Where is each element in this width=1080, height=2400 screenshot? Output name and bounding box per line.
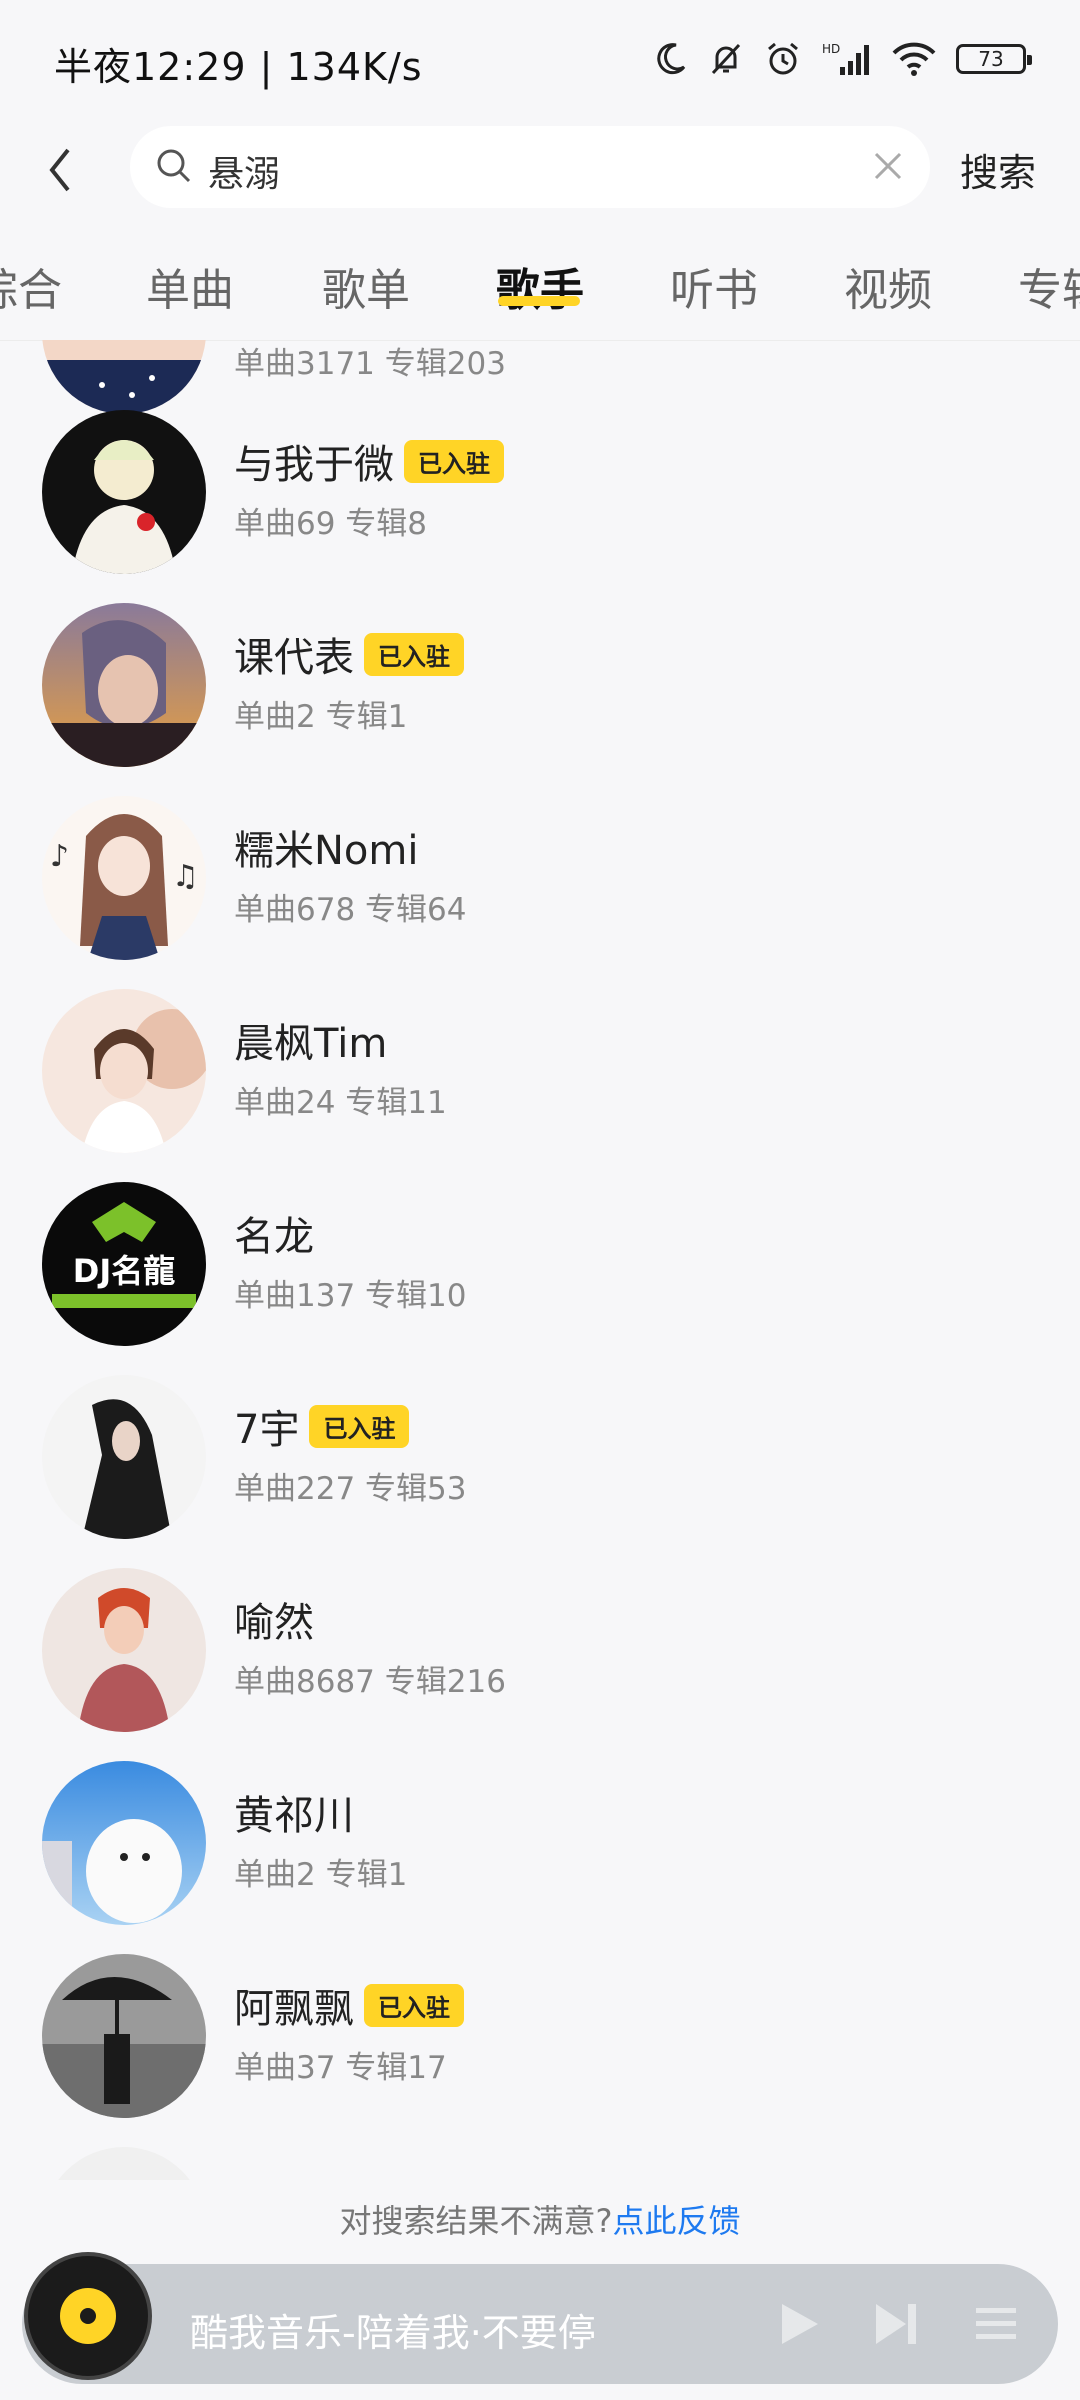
artist-name: 课代表 — [234, 635, 354, 681]
search-button[interactable]: 搜索 — [960, 142, 1036, 197]
svg-text:♫: ♫ — [172, 859, 199, 894]
tab-audiobooks[interactable]: 听书 — [670, 254, 758, 318]
avatar: DJ名龍 — [42, 1182, 206, 1346]
tab-playlists[interactable]: 歌单 — [322, 254, 410, 318]
artist-meta: 单曲3171 专辑203 — [234, 346, 506, 382]
tab-songs[interactable]: 单曲 — [146, 254, 234, 318]
list-item[interactable]: 课代表 已入驻 单曲2 专辑1 — [0, 603, 1080, 796]
artist-name: 名龙 — [234, 1214, 314, 1260]
now-playing-title: 酷我音乐-陪着我·不要停 — [190, 2311, 596, 2355]
dj-logo-text: DJ名龍 — [73, 1252, 175, 1290]
avatar — [42, 1375, 206, 1539]
list-item[interactable]: DJ名龍 名龙 单曲137 专辑10 — [0, 1182, 1080, 1375]
album-disc-icon[interactable] — [24, 2252, 152, 2380]
avatar — [42, 2147, 206, 2180]
moon-icon — [657, 43, 686, 75]
status-time: 半夜12:29 | 134K/s — [54, 45, 423, 89]
battery-icon: 73 — [956, 44, 1032, 74]
artist-name: 糯米Nomi — [234, 828, 419, 874]
active-tab-indicator — [498, 296, 580, 306]
list-item[interactable]: 喻然 单曲8687 专辑216 — [0, 1568, 1080, 1761]
avatar — [42, 989, 206, 1153]
avatar: ♪ ♫ — [42, 796, 206, 960]
tab-albums[interactable]: 专辑 — [1018, 254, 1080, 318]
verified-badge: 已入驻 — [309, 1404, 410, 1448]
wifi-icon — [892, 42, 936, 76]
verified-badge: 已入驻 — [404, 439, 504, 483]
avatar — [42, 1568, 206, 1732]
artist-name: 黄祁川 — [234, 1793, 354, 1839]
list-item[interactable] — [0, 2147, 1080, 2180]
play-icon[interactable] — [774, 2300, 822, 2348]
list-item[interactable]: ♪ ♫ 糯米Nomi 单曲678 专辑64 — [0, 796, 1080, 989]
artist-meta: 单曲8687 专辑216 — [234, 1664, 506, 1700]
tab-videos[interactable]: 视频 — [844, 254, 932, 318]
tab-artists[interactable]: 歌手 — [496, 254, 584, 318]
feedback-line: 对搜索结果不满意?点此反馈 — [0, 2196, 1080, 2242]
back-button[interactable] — [40, 140, 90, 200]
svg-text:♪: ♪ — [50, 839, 69, 874]
avatar — [42, 1761, 206, 1925]
close-icon[interactable] — [870, 148, 906, 184]
artist-meta: 单曲2 专辑1 — [234, 699, 408, 735]
avatar — [42, 410, 206, 574]
artist-meta: 单曲137 专辑10 — [234, 1278, 467, 1314]
chevron-left-icon — [49, 148, 70, 192]
verified-badge: 已入驻 — [364, 632, 464, 676]
list-item[interactable]: 与我于微 已入驻 单曲69 专辑8 — [0, 410, 1080, 603]
bell-off-icon — [711, 43, 741, 75]
feedback-link[interactable]: 点此反馈 — [612, 2202, 740, 2240]
list-item[interactable]: 黄祁川 单曲2 专辑1 — [0, 1761, 1080, 1954]
category-tabs: 综合 单曲 歌单 歌手 听书 视频 专辑 — [0, 232, 1080, 341]
artist-name: 与我于微 — [234, 442, 394, 488]
svg-text:HD: HD — [822, 42, 840, 56]
status-icons: HD 73 — [652, 40, 1032, 78]
search-row: 悬溺 搜索 — [0, 120, 1080, 220]
artist-name: 阿飘飘 — [234, 1986, 354, 2032]
search-query: 悬溺 — [208, 154, 281, 195]
next-icon[interactable] — [872, 2300, 920, 2348]
artist-meta: 单曲69 专辑8 — [234, 506, 428, 542]
artist-list: 单曲3171 专辑203 与我于微 已入驻 单曲69 专辑8 课代表 已入驻 单… — [0, 340, 1080, 2180]
avatar — [42, 603, 206, 767]
alarm-icon — [768, 42, 798, 75]
artist-meta: 单曲24 专辑11 — [234, 1085, 447, 1121]
artist-meta: 单曲37 专辑17 — [234, 2050, 447, 2086]
hd-signal-icon: HD — [822, 42, 869, 75]
artist-meta: 单曲2 专辑1 — [234, 1857, 408, 1893]
status-bar: 半夜12:29 | 134K/s HD 73 — [0, 0, 1080, 120]
search-input[interactable]: 悬溺 — [130, 126, 930, 208]
artist-meta: 单曲227 专辑53 — [234, 1471, 467, 1507]
avatar — [42, 1954, 206, 2118]
search-icon — [157, 149, 191, 183]
tab-all[interactable]: 综合 — [0, 254, 62, 318]
mini-player[interactable]: 酷我音乐-陪着我·不要停 — [22, 2252, 1058, 2384]
feedback-text: 对搜索结果不满意? — [339, 2202, 613, 2240]
avatar — [42, 340, 206, 414]
artist-name: 喻然 — [234, 1600, 314, 1646]
list-item[interactable]: 7宇 已入驻 单曲227 专辑53 — [0, 1375, 1080, 1568]
playlist-icon[interactable] — [972, 2300, 1020, 2348]
artist-name: 晨枫Tim — [234, 1021, 388, 1067]
artist-name: 7宇 — [234, 1407, 300, 1453]
list-item[interactable]: 晨枫Tim 单曲24 专辑11 — [0, 989, 1080, 1182]
list-item[interactable]: 阿飘飘 已入驻 单曲37 专辑17 — [0, 1954, 1080, 2147]
artist-meta: 单曲678 专辑64 — [234, 892, 467, 928]
verified-badge: 已入驻 — [364, 1983, 464, 2027]
